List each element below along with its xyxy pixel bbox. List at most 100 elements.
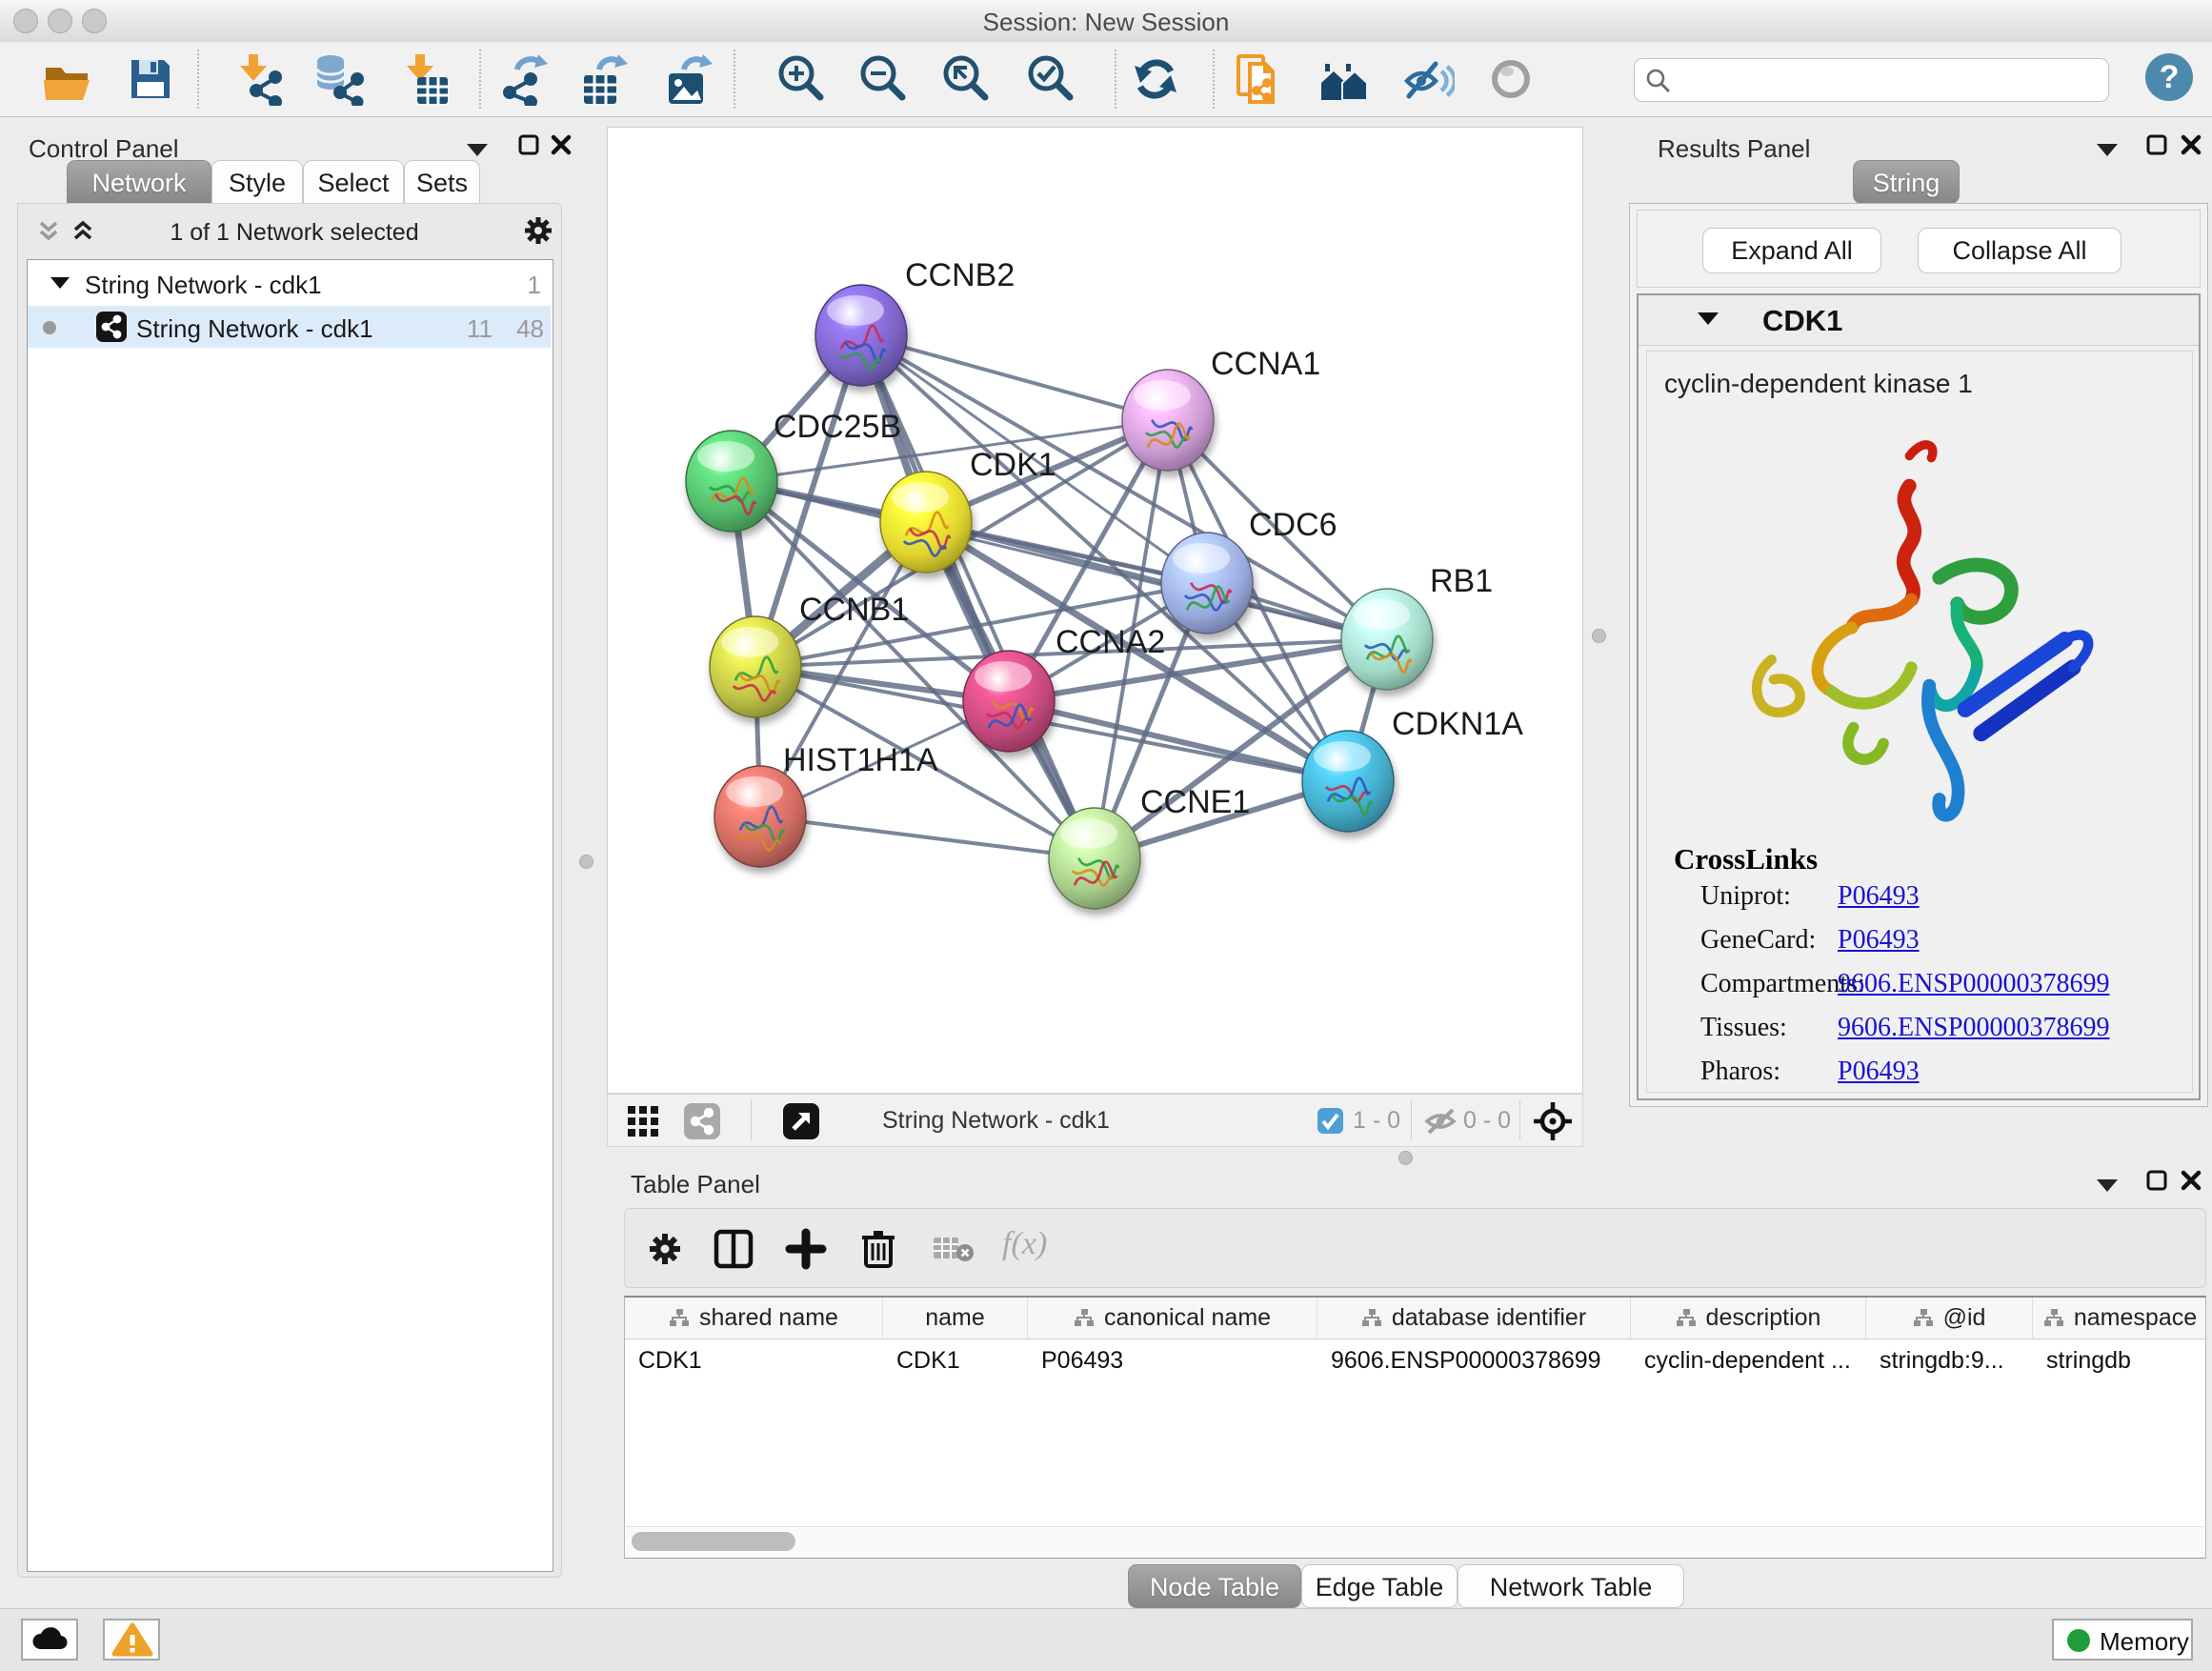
detach-view-icon[interactable] [783, 1103, 819, 1139]
table-options-gear-icon[interactable] [646, 1230, 684, 1268]
crosslink-compartments-link[interactable]: 9606.ENSP00000378699 [1838, 969, 2109, 999]
table-cell[interactable]: 9606.ENSP00000378699 [1317, 1339, 1631, 1381]
column-header-name[interactable]: name [883, 1298, 1028, 1339]
table-cell[interactable]: CDK1 [625, 1339, 883, 1381]
left-splitter-handle[interactable] [579, 855, 593, 869]
network-node-CCNB2[interactable] [815, 285, 907, 386]
zoom-in-icon[interactable] [774, 52, 827, 106]
tab-string[interactable]: String [1853, 160, 1960, 204]
right-splitter-handle[interactable] [1592, 629, 1606, 643]
network-node-CCNA2[interactable] [963, 651, 1055, 752]
panel-menu-icon[interactable] [2097, 1179, 2118, 1192]
add-column-icon[interactable] [785, 1228, 827, 1270]
network-options-gear-icon[interactable] [521, 213, 555, 248]
hidden-eye-icon[interactable] [1423, 1106, 1458, 1137]
crosslink-uniprot-link[interactable]: P06493 [1838, 881, 1920, 912]
tab-sets[interactable]: Sets [404, 160, 480, 204]
memory-button[interactable]: Memory [2052, 1619, 2193, 1661]
panel-close-icon[interactable] [549, 132, 573, 157]
help-button[interactable]: ? [2145, 53, 2193, 101]
open-session-icon[interactable] [40, 52, 93, 106]
expand-all-button[interactable]: Expand All [1702, 228, 1881, 273]
network-node-CCNA1[interactable] [1122, 370, 1214, 471]
panel-close-icon[interactable] [2179, 1168, 2203, 1193]
import-table-icon[interactable] [398, 52, 452, 106]
table-cell[interactable]: cyclin-dependent ... [1631, 1339, 1866, 1381]
delete-column-icon[interactable] [857, 1226, 899, 1270]
network-node-CCNE1[interactable] [1049, 808, 1140, 909]
toolbar-separator [1115, 50, 1116, 109]
hide-unhide-icon[interactable] [1401, 52, 1455, 106]
import-network-database-icon[interactable] [312, 52, 365, 106]
table-cell[interactable]: CDK1 [883, 1339, 1028, 1381]
main-toolbar: ? [0, 42, 2212, 117]
table-cell[interactable]: P06493 [1028, 1339, 1317, 1381]
selected-checkbox-icon[interactable] [1317, 1108, 1343, 1134]
show-graphics-details-icon[interactable] [1484, 52, 1538, 106]
tab-edge-table[interactable]: Edge Table [1301, 1564, 1458, 1608]
crosslink-tissues-link[interactable]: 9606.ENSP00000378699 [1838, 1013, 2109, 1043]
scrollbar-thumb[interactable] [632, 1532, 795, 1551]
column-header-namespace[interactable]: namespace [2033, 1298, 2206, 1339]
string-home-icon[interactable] [1317, 52, 1371, 106]
crosslink-pharos-link[interactable]: P06493 [1838, 1057, 1920, 1087]
tab-network-table[interactable]: Network Table [1458, 1564, 1684, 1608]
column-header-description[interactable]: description [1631, 1298, 1866, 1339]
cloud-status-button[interactable] [21, 1619, 78, 1661]
bottom-splitter-handle[interactable] [1398, 1151, 1413, 1165]
collapse-all-button[interactable]: Collapse All [1918, 228, 2122, 273]
network-canvas[interactable]: CCNB2CCNA1CDC25BCDK1CDC6RB1CCNB1CCNA2CDK… [607, 127, 1583, 1094]
zoom-fit-icon[interactable] [938, 52, 992, 106]
panel-menu-icon[interactable] [467, 144, 488, 156]
export-network-icon[interactable] [498, 52, 552, 106]
column-header-id[interactable]: @id [1866, 1298, 2033, 1339]
warning-status-button[interactable] [103, 1619, 160, 1661]
network-row[interactable]: String Network - cdk1 11 48 [28, 306, 551, 348]
network-node-CDKN1A[interactable] [1302, 731, 1394, 832]
expand-all-icon[interactable] [68, 217, 98, 248]
export-image-icon[interactable] [663, 52, 716, 106]
gene-header[interactable]: CDK1 [1639, 295, 2199, 346]
search-input[interactable] [1679, 63, 2092, 95]
collection-count: 1 [509, 271, 541, 300]
network-node-CCNB1[interactable] [710, 616, 801, 717]
network-node-RB1[interactable] [1341, 589, 1433, 690]
network-collection-row[interactable]: String Network - cdk1 1 [28, 264, 551, 306]
network-view-icon[interactable] [684, 1103, 720, 1139]
zoom-selected-icon[interactable] [1023, 52, 1076, 106]
panel-float-icon[interactable] [2144, 1168, 2169, 1193]
column-header-canonical-name[interactable]: canonical name [1028, 1298, 1317, 1339]
tab-node-table[interactable]: Node Table [1128, 1564, 1301, 1608]
panel-float-icon[interactable] [2144, 132, 2169, 157]
refresh-layout-icon[interactable] [1129, 52, 1182, 106]
network-node-CDK1[interactable] [880, 472, 972, 573]
export-table-icon[interactable] [578, 52, 632, 106]
zoom-out-icon[interactable] [855, 52, 909, 106]
panel-menu-icon[interactable] [2097, 144, 2118, 156]
save-session-icon[interactable] [124, 52, 177, 106]
column-header-shared-name[interactable]: shared name [625, 1298, 883, 1339]
node-table[interactable]: shared name name canonical name database… [624, 1296, 2206, 1559]
gene-collapse-icon[interactable] [1698, 312, 1719, 325]
table-cell[interactable]: stringdb [2033, 1339, 2206, 1381]
show-columns-icon[interactable] [713, 1228, 754, 1270]
crosslink-genecard-link[interactable]: P06493 [1838, 925, 1920, 956]
collection-expand-icon[interactable] [50, 277, 70, 289]
network-node-HIST1H1A[interactable] [714, 766, 806, 867]
table-horizontal-scrollbar[interactable] [626, 1526, 2204, 1556]
network-graph[interactable]: CCNB2CCNA1CDC25BCDK1CDC6RB1CCNB1CCNA2CDK… [608, 128, 1582, 1093]
birds-eye-crosshair-icon[interactable] [1532, 1100, 1574, 1142]
network-node-CDC25B[interactable] [686, 431, 777, 532]
tab-style[interactable]: Style [211, 160, 303, 204]
grid-view-icon[interactable] [627, 1105, 659, 1137]
collapse-all-icon[interactable] [33, 217, 64, 248]
panel-float-icon[interactable] [516, 132, 541, 157]
tab-network[interactable]: Network [67, 160, 211, 204]
tab-select[interactable]: Select [303, 160, 404, 204]
column-header-database-identifier[interactable]: database identifier [1317, 1298, 1631, 1339]
import-network-icon[interactable] [231, 52, 285, 106]
table-cell[interactable]: stringdb:9... [1866, 1339, 2033, 1381]
clone-network-icon[interactable] [1233, 52, 1286, 106]
network-node-CDC6[interactable] [1161, 533, 1253, 634]
panel-close-icon[interactable] [2179, 132, 2203, 157]
